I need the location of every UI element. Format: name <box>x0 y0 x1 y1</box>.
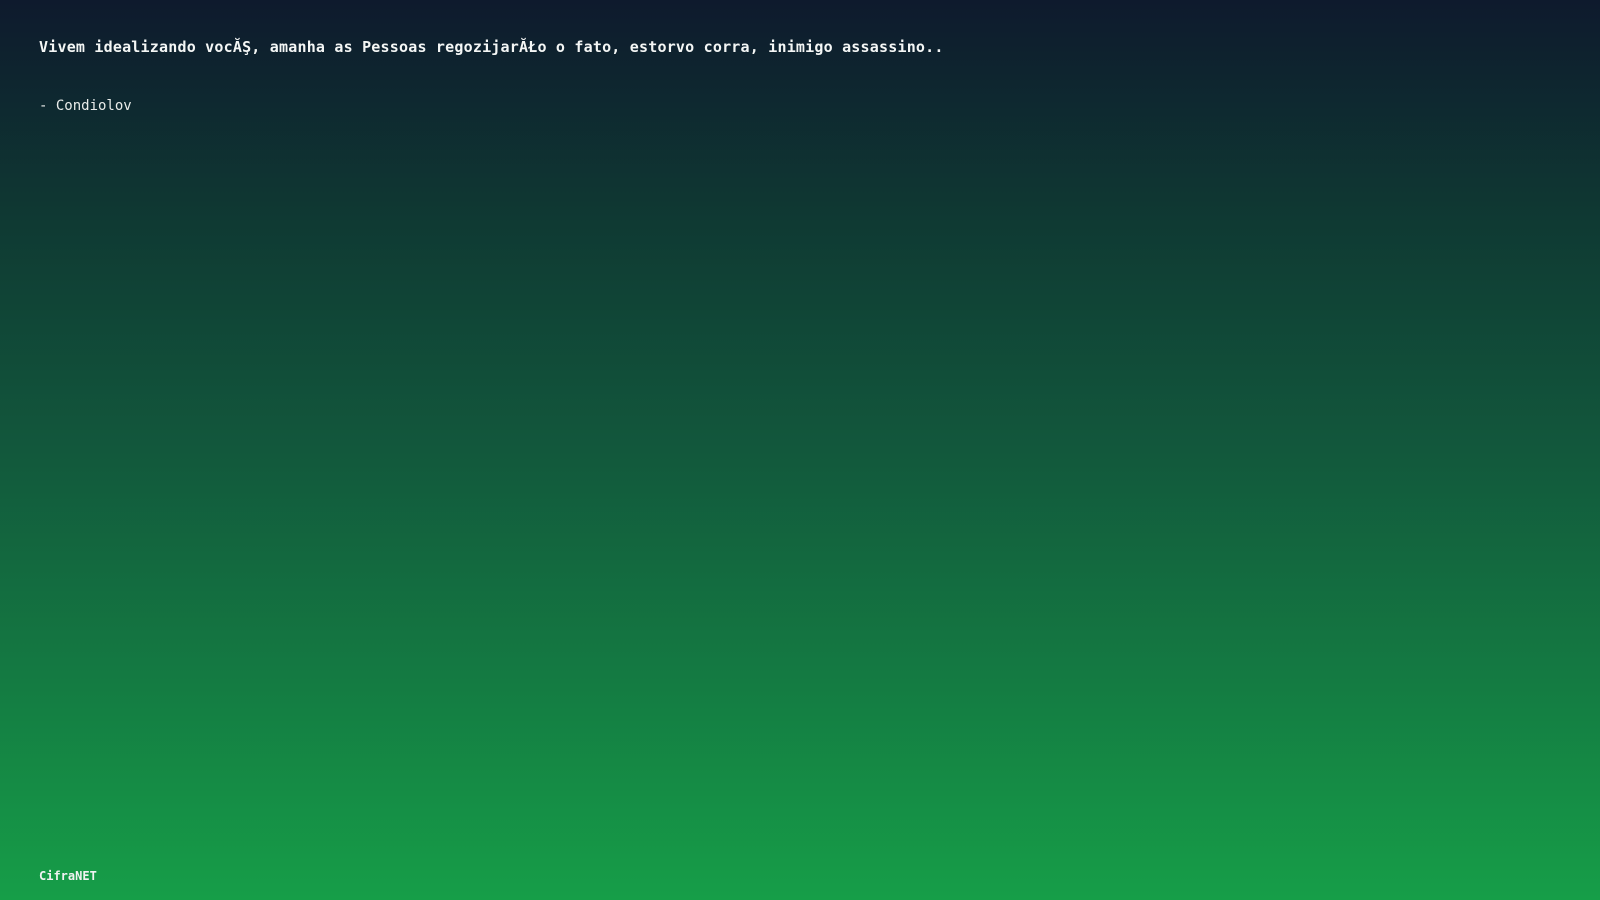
brand-label: CifraNET <box>39 869 97 883</box>
quote-text: Vivem idealizando vocĂŞ, amanha as Pesso… <box>39 38 944 56</box>
quote-author: - Condiolov <box>39 98 132 114</box>
page: { "quote": { "text": "Vivem idealizando … <box>0 0 1600 900</box>
